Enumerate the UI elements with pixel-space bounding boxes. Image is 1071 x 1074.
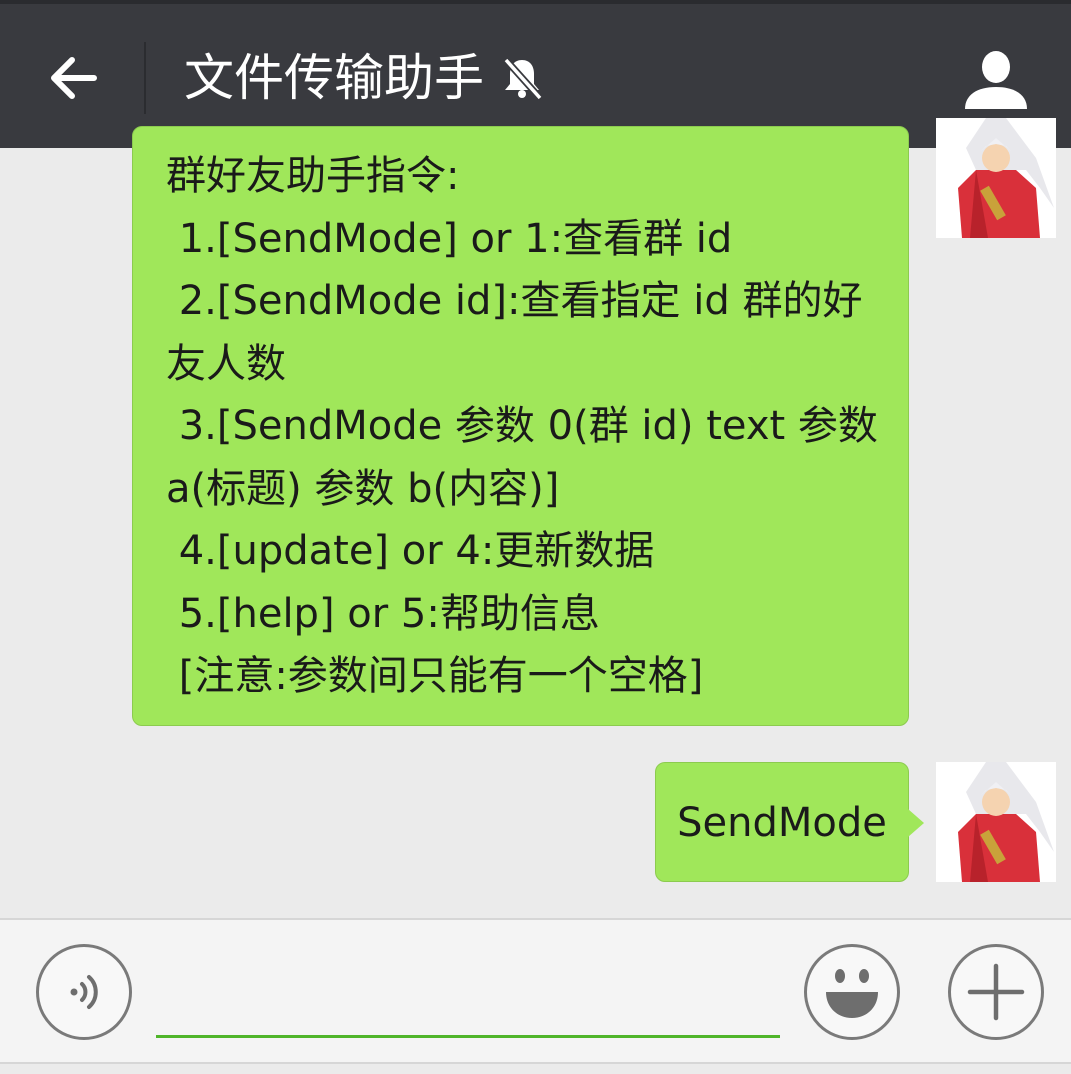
message-line: a(标题) 参数 b(内容)] (166, 465, 560, 512)
message-line: 群好友助手指令: (166, 153, 460, 199)
arrow-left-icon (51, 57, 97, 99)
message-line: 友人数 (166, 340, 286, 387)
emoji-icon (826, 969, 878, 1018)
chat-info-button[interactable] (956, 40, 1036, 120)
message-bubble-sendmode[interactable]: SendMode (655, 762, 924, 882)
message-text: SendMode (677, 800, 887, 846)
message-line: [注意:参数间只能有一个空格] (166, 653, 704, 699)
chat-title-text: 文件传输助手 (184, 49, 484, 107)
message-line: 5.[help] or 5:帮助信息 (166, 590, 600, 637)
message-input[interactable] (156, 950, 780, 1038)
voice-icon (70, 975, 98, 1009)
message-line: 4.[update] or 4:更新数据 (166, 528, 655, 574)
message-line: 2.[SendMode id]:查看指定 id 群的好 (166, 278, 863, 324)
avatar[interactable] (936, 762, 1056, 882)
inuyasha-avatar (936, 118, 1056, 238)
person-icon (965, 51, 1027, 109)
chat-title: 文件传输助手 (184, 44, 546, 112)
message-line: 3.[SendMode 参数 0(群 id) text 参数 (166, 403, 878, 449)
voice-button[interactable] (36, 944, 132, 1040)
message-line: 1.[SendMode] or 1:查看群 id (166, 215, 733, 262)
message-bubble-commands[interactable]: 群好友助手指令: 1.[SendMode] or 1:查看群 id 2.[Sen… (132, 126, 909, 726)
inuyasha-avatar (936, 762, 1056, 882)
more-button[interactable] (948, 944, 1044, 1040)
emoji-button[interactable] (804, 944, 900, 1040)
plus-icon (967, 963, 1025, 1021)
avatar[interactable] (936, 118, 1056, 238)
bell-off-icon (498, 54, 546, 102)
header-divider (144, 42, 146, 114)
input-bar (0, 918, 1071, 1064)
back-button[interactable] (30, 34, 118, 122)
